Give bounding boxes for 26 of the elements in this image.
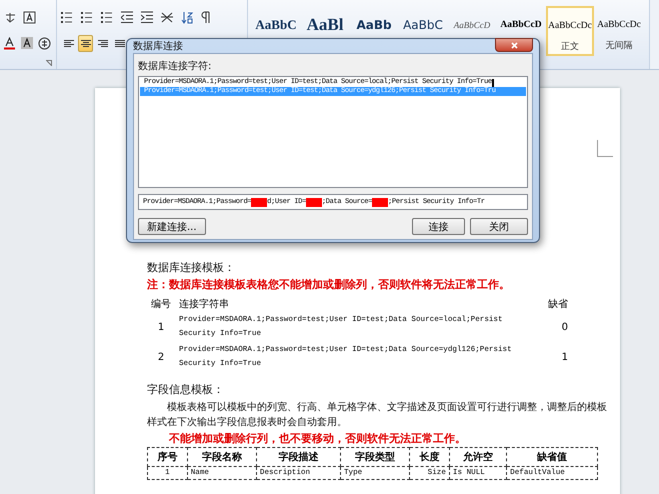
column-header: 缺省: [547, 298, 569, 312]
window-title: 数据库连接: [133, 40, 183, 53]
section-heading: 字段信息模板：: [147, 382, 225, 397]
style-gallery-item[interactable]: AaBbCcDc 无间隔: [595, 6, 643, 56]
column-header: 序号: [148, 448, 188, 466]
table-cell-text: 1: [560, 350, 569, 364]
column-header: 编号: [150, 298, 172, 312]
list-label: 数据库连接字符:: [138, 60, 212, 73]
description-paragraph: 模板表格可以模板中的列宽、行高、单元格字体、文字描述及页面设置可行进行调整，调整后的模板样式在下次输出字段信息报表时会自动套用。: [147, 400, 608, 430]
warning-note: 不能增加或删除行列，也不要移动，否则软件无法正常工作。: [168, 431, 467, 446]
section-heading: 数据库连接模板：: [147, 260, 236, 275]
column-header: 允许空: [449, 448, 507, 466]
table-cell-text: 2: [156, 350, 166, 364]
column-header: 长度: [410, 448, 450, 466]
table-cell-text: 1: [156, 320, 166, 334]
style-gallery-item[interactable]: AaBbCcDc 正文: [546, 6, 594, 56]
column-header: 字段名称: [187, 448, 256, 466]
close-dialog-button[interactable]: 关闭: [470, 218, 528, 235]
column-header: 字段描述: [256, 448, 340, 466]
column-header: 缺省值: [506, 448, 598, 466]
warning-note: 注：数据库连接模板表格您不能增加或删除列，否则软件将无法正常工作。: [147, 277, 511, 292]
table-cell-text: 0: [560, 320, 569, 334]
connect-button[interactable]: 连接: [412, 218, 465, 235]
column-header: 字段类型: [340, 448, 410, 466]
new-connection-button[interactable]: 新建连接...: [138, 218, 206, 235]
column-header: 连接字符串: [178, 298, 230, 312]
